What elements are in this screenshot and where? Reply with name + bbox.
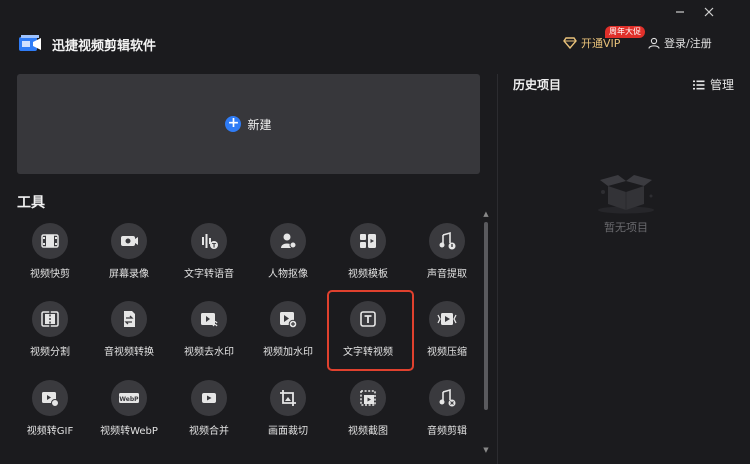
tool-video-quick-cut[interactable]: 视频快剪: [10, 223, 90, 293]
tool-label: 画面裁切: [268, 426, 308, 437]
tool-video-merge[interactable]: 视频合并: [169, 380, 249, 450]
tool-remove-watermark[interactable]: 视频去水印: [169, 301, 249, 371]
tool-av-convert[interactable]: 音视频转换: [89, 301, 169, 371]
new-project-button[interactable]: + 新建: [17, 74, 480, 174]
video-screenshot-icon: [360, 390, 376, 406]
crop-icon: [280, 390, 296, 406]
video-split-icon: [41, 311, 59, 327]
new-project-label: 新建: [247, 117, 272, 132]
video-template-icon: [360, 234, 376, 248]
remove-watermark-icon: [201, 313, 218, 327]
tool-label: 视频转WebP: [100, 426, 158, 437]
app-logo-icon: [19, 35, 41, 51]
tool-label: 声音提取: [427, 269, 467, 280]
minimize-button[interactable]: [671, 4, 689, 22]
scroll-down-arrow-icon[interactable]: ▼: [482, 446, 490, 454]
tool-video-compress[interactable]: 视频压缩: [407, 301, 487, 371]
tool-label: 视频截图: [348, 426, 388, 437]
audio-extract-icon: [439, 231, 456, 250]
diamond-icon: [563, 37, 577, 49]
tool-text-to-speech[interactable]: T 文字转语音: [169, 223, 249, 293]
video-to-gif-icon: [42, 392, 59, 407]
screen-record-icon: [121, 236, 138, 246]
tool-label: 视频转GIF: [26, 426, 74, 437]
minimize-icon: [676, 11, 684, 13]
tool-audio-extract[interactable]: 声音提取: [407, 223, 487, 293]
user-icon: [648, 37, 660, 49]
tool-label: 文字转语音: [184, 269, 234, 280]
tools-scrollbar[interactable]: ▲ ▼: [482, 210, 490, 460]
text-to-speech-icon: T: [202, 234, 218, 250]
tool-audio-edit[interactable]: 音频剪辑: [407, 380, 487, 450]
empty-state-text: 暂无项目: [604, 221, 648, 234]
tool-label: 人物抠像: [268, 269, 308, 280]
tool-label: 视频合并: [189, 426, 229, 437]
tool-video-split[interactable]: 视频分割: [10, 301, 90, 371]
tool-label: 视频分割: [30, 347, 70, 358]
panel-divider: [497, 74, 498, 464]
tool-video-template[interactable]: 视频模板: [328, 223, 408, 293]
tool-label: 音频剪辑: [427, 426, 467, 437]
tool-video-to-gif[interactable]: 视频转GIF: [10, 380, 90, 450]
history-title: 历史项目: [513, 78, 562, 92]
tool-crop[interactable]: 画面裁切: [248, 380, 328, 450]
video-compress-icon: [437, 313, 457, 325]
tool-video-screenshot[interactable]: 视频截图: [328, 380, 408, 450]
film-icon: [41, 234, 59, 248]
tool-label: 视频快剪: [30, 269, 70, 280]
svg-text:WebP: WebP: [119, 396, 139, 403]
tool-screen-record[interactable]: 屏幕录像: [89, 223, 169, 293]
av-convert-icon: [124, 311, 135, 327]
promo-badge: 周年大促: [605, 26, 645, 38]
list-icon: [693, 80, 705, 89]
manage-button[interactable]: 管理: [693, 76, 734, 93]
login-label: 登录/注册: [664, 37, 712, 50]
plus-icon: +: [225, 116, 242, 132]
tool-label: 视频模板: [348, 269, 388, 280]
tool-person-cutout[interactable]: 人物抠像: [248, 223, 328, 293]
tool-add-watermark[interactable]: 视频加水印: [248, 301, 328, 371]
tool-video-to-webp[interactable]: WebP 视频转WebP: [89, 380, 169, 450]
tool-label: 视频去水印: [184, 347, 234, 358]
app-title: 迅捷视频剪辑软件: [52, 39, 157, 54]
tool-label: 屏幕录像: [109, 269, 149, 280]
manage-label: 管理: [710, 78, 735, 92]
person-cutout-icon: [281, 233, 297, 249]
empty-box-icon: [598, 175, 654, 214]
login-button[interactable]: 登录/注册: [648, 34, 712, 52]
video-merge-icon: [202, 393, 216, 403]
scroll-thumb[interactable]: [484, 222, 488, 410]
scroll-up-arrow-icon[interactable]: ▲: [482, 210, 490, 218]
tool-label: 视频加水印: [263, 347, 313, 358]
tools-section-title: 工具: [17, 195, 45, 211]
close-icon: [704, 7, 714, 17]
title-bar: 迅捷视频剪辑软件 开通VIP 周年大促 登录/注册: [0, 0, 750, 70]
highlight-box: [327, 290, 414, 371]
tool-label: 视频压缩: [427, 347, 467, 358]
video-to-webp-icon: WebP: [119, 393, 139, 403]
add-watermark-icon: [280, 312, 298, 329]
tool-label: 音视频转换: [104, 347, 154, 358]
audio-edit-icon: [439, 388, 456, 407]
close-button[interactable]: [700, 4, 718, 22]
